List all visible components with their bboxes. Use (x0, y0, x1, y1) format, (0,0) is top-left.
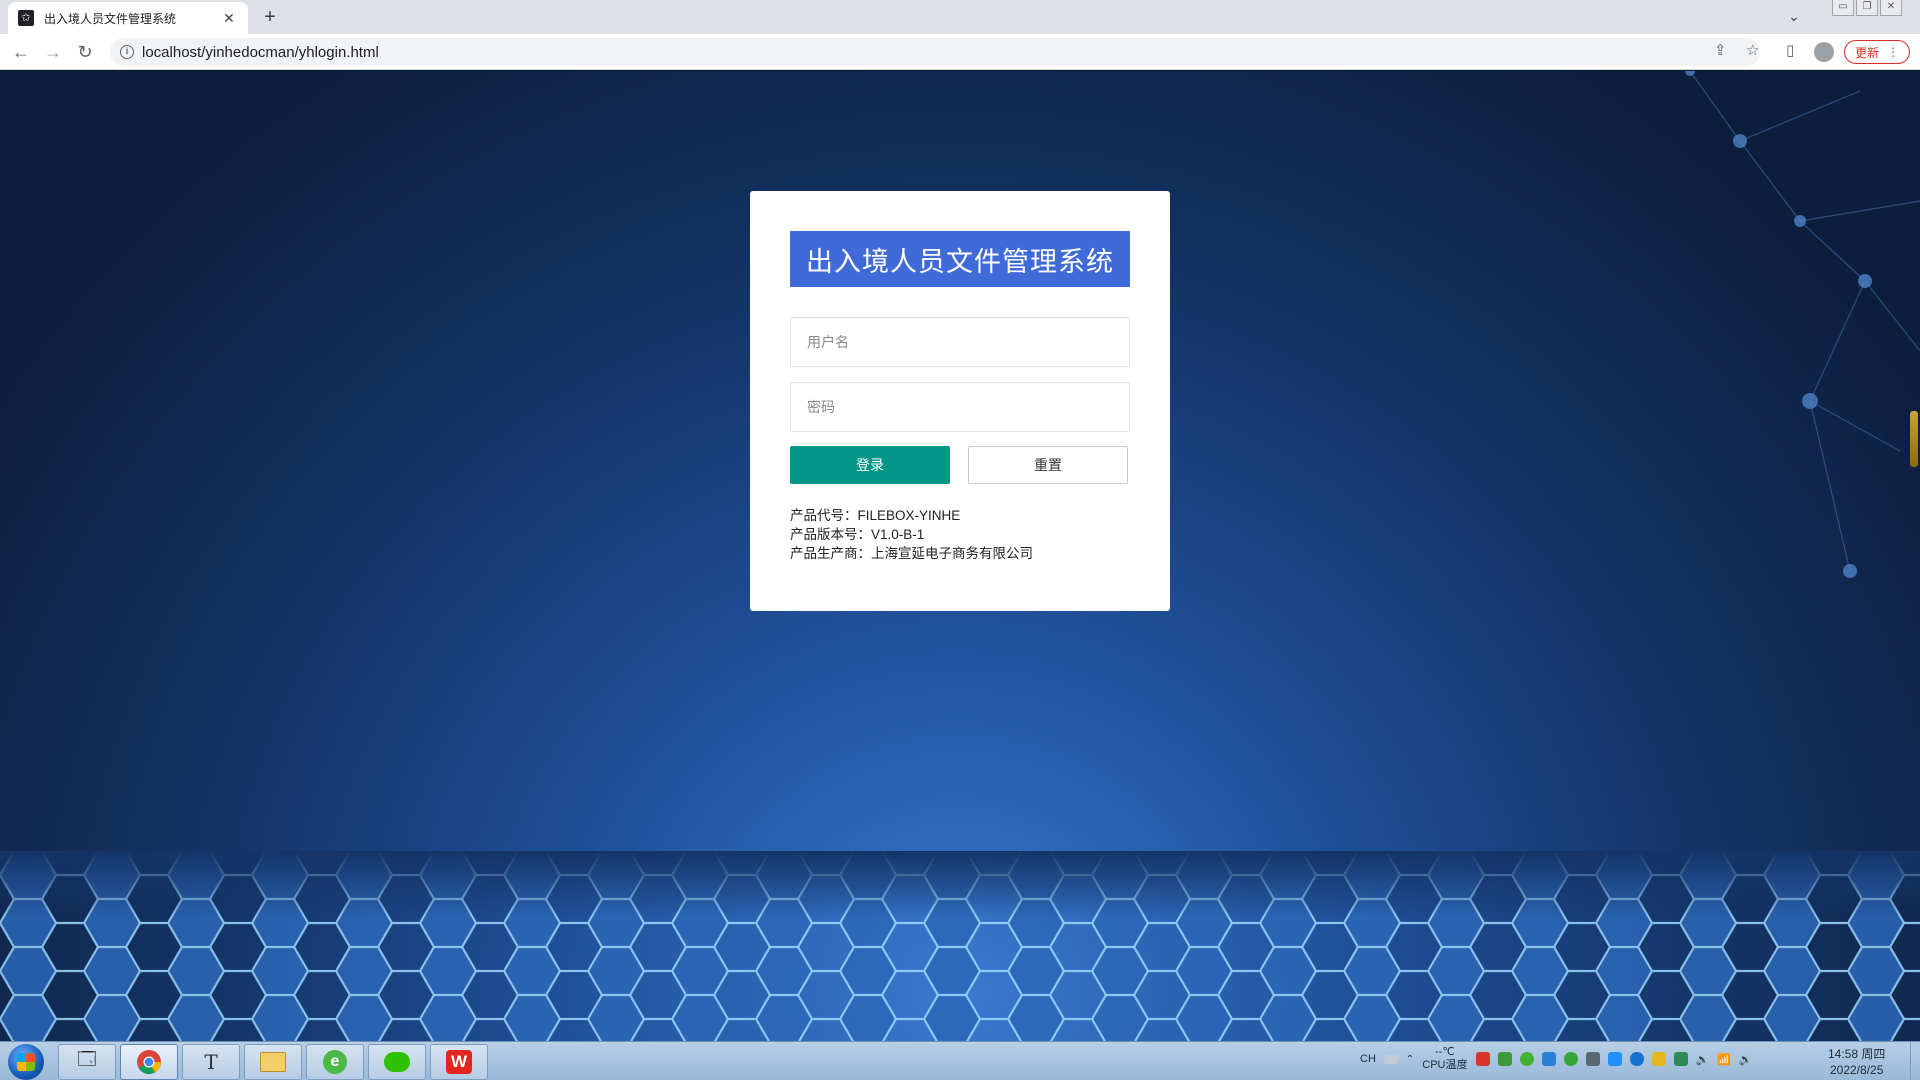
wechat-icon[interactable] (368, 1044, 426, 1080)
scrollbar-thumb[interactable] (1910, 411, 1918, 467)
cpu-temp-value: --℃ (1435, 1046, 1455, 1058)
windows-logo-icon (17, 1053, 35, 1071)
browser-tab-strip: ✩ 出入境人员文件管理系统 ✕ + ⌄ ▭ ❐ ✕ (0, 0, 1920, 34)
password-input[interactable] (790, 382, 1130, 432)
username-input[interactable] (790, 317, 1130, 367)
browser-e-icon[interactable]: e (306, 1044, 364, 1080)
wps-tray-icon[interactable] (1475, 1052, 1490, 1066)
cpu-temperature: --℃ CPU温度 (1422, 1046, 1467, 1072)
text-editor-icon[interactable]: T (182, 1044, 240, 1080)
explorer-icon[interactable]: 🗔 (58, 1044, 116, 1080)
login-card: 出入境人员文件管理系统 登录 重置 产品代号：FILEBOX-YINHE 产品版… (750, 191, 1170, 611)
product-version: 产品版本号：V1.0-B-1 (790, 527, 925, 542)
share-icon[interactable]: ⇪ (1714, 41, 1727, 59)
menu-icon[interactable]: ⋮ (1887, 45, 1899, 59)
tray-expand-icon[interactable]: ⌃ (1406, 1054, 1414, 1065)
address-url[interactable]: localhost/yinhedocman/yhlogin.html (142, 44, 379, 61)
update-button[interactable]: 更新 ⋮ (1844, 40, 1910, 64)
start-button[interactable] (8, 1044, 44, 1080)
new-tab-button[interactable]: + (258, 6, 282, 30)
info-icon[interactable]: i (120, 45, 134, 59)
clock-date: 2022/8/25 (1829, 1063, 1884, 1077)
language-indicator[interactable]: CH (1360, 1053, 1376, 1065)
system-title: 出入境人员文件管理系统 (790, 231, 1130, 287)
product-info: 产品代号：FILEBOX-YINHE 产品版本号：V1.0-B-1 产品生产商：… (790, 506, 1033, 563)
reset-button[interactable]: 重置 (968, 446, 1128, 484)
restore-icon[interactable]: ❐ (1856, 0, 1878, 16)
keyboard-icon[interactable] (1383, 1054, 1398, 1064)
login-button[interactable]: 登录 (790, 446, 950, 484)
system-tray: CH ⌃ --℃ CPU温度 🔈 📶 🔊 (1360, 1046, 1753, 1072)
volume-alert-icon[interactable]: 🔈 (1696, 1053, 1710, 1066)
address-bar[interactable]: i localhost/yinhedocman/yhlogin.html (110, 38, 1760, 66)
blue-app-tray-icon[interactable] (1541, 1052, 1556, 1066)
minimize-icon[interactable]: ▭ (1832, 0, 1854, 16)
side-panel-icon[interactable]: ▯ (1786, 41, 1794, 59)
taskbar-clock[interactable]: 14:58 周四 2022/8/25 (1828, 1046, 1885, 1078)
tab-close-icon[interactable]: ✕ (220, 10, 238, 27)
profile-icon[interactable] (1814, 42, 1834, 62)
green-app-tray-icon[interactable] (1497, 1052, 1512, 1066)
back-icon[interactable]: ← (10, 41, 32, 63)
cpu-temp-label: CPU温度 (1422, 1059, 1468, 1071)
wps-icon[interactable]: W (430, 1044, 488, 1080)
hexagon-floor-decoration (0, 851, 1920, 1041)
tab-favicon-icon: ✩ (18, 10, 34, 26)
product-code: 产品代号：FILEBOX-YINHE (790, 508, 961, 523)
product-vendor: 产品生产商：上海宣延电子商务有限公司 (790, 546, 1033, 561)
close-window-icon[interactable]: ✕ (1880, 0, 1902, 16)
tab-title: 出入境人员文件管理系统 (44, 11, 177, 26)
reload-icon[interactable]: ↻ (74, 41, 96, 63)
window-controls: ▭ ❐ ✕ (1832, 0, 1902, 16)
login-page: 出入境人员文件管理系统 登录 重置 产品代号：FILEBOX-YINHE 产品版… (0, 71, 1920, 1041)
security-tray-icon[interactable] (1651, 1052, 1666, 1066)
shield-green-tray-icon[interactable] (1673, 1052, 1688, 1066)
wechat-tray-icon[interactable] (1519, 1052, 1534, 1066)
shield-blue-tray-icon[interactable] (1607, 1052, 1622, 1066)
file-manager-icon[interactable] (244, 1044, 302, 1080)
browser-tray-icon[interactable] (1563, 1052, 1578, 1066)
chrome-icon[interactable] (120, 1044, 178, 1080)
browser-tab[interactable]: ✩ 出入境人员文件管理系统 ✕ (8, 2, 248, 34)
tab-search-chevron-icon[interactable]: ⌄ (1788, 8, 1800, 25)
update-label: 更新 (1854, 45, 1879, 60)
browser-toolbar: ← → ↻ i localhost/yinhedocman/yhlogin.ht… (0, 34, 1920, 70)
network-signal-icon[interactable]: 📶 (1717, 1053, 1731, 1066)
show-desktop-button[interactable] (1910, 1042, 1920, 1080)
speaker-icon[interactable]: 🔊 (1739, 1053, 1753, 1066)
forward-icon[interactable]: → (42, 41, 64, 63)
bookmark-star-icon[interactable]: ☆ (1746, 41, 1759, 59)
network-decoration (1685, 71, 1920, 578)
taskbar: 🗔 T e W CH ⌃ --℃ CPU温度 🔈 📶 🔊 14:58 周四 20… (0, 1041, 1920, 1080)
printer-tray-icon[interactable] (1585, 1052, 1600, 1066)
clock-time: 14:58 周四 (1828, 1047, 1886, 1061)
cloud-tray-icon[interactable] (1629, 1052, 1644, 1066)
